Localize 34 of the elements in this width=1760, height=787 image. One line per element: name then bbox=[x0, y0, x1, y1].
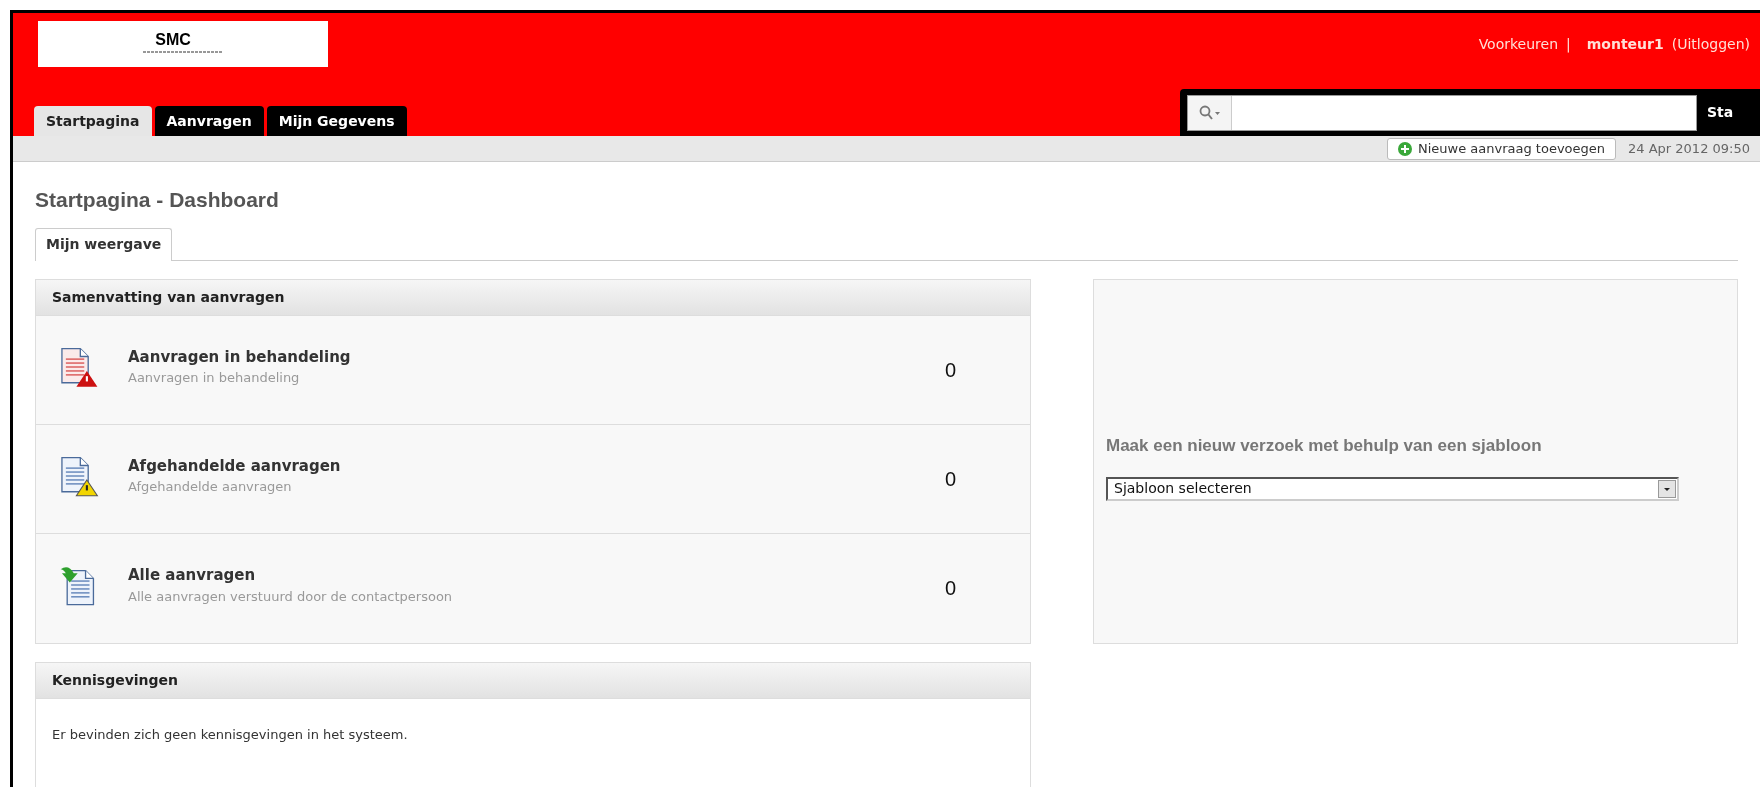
search-icon bbox=[1197, 104, 1222, 121]
template-select[interactable]: Sjabloon selecteren bbox=[1106, 476, 1679, 501]
view-tab[interactable]: Mijn weergave bbox=[35, 227, 173, 261]
summary-row[interactable]: Afgehandelde aanvragen Afgehandelde aanvragen 0 bbox=[36, 424, 1030, 534]
row-title: Aanvragen in behandeling bbox=[128, 346, 352, 368]
separator: | bbox=[1566, 34, 1571, 55]
row-title: Afgehandelde aanvragen bbox=[128, 455, 342, 477]
nav-tab[interactable]: Mijn Gegevens bbox=[266, 106, 407, 136]
notification-message: Er bevinden zich geen kennisgevingen in het systeem. bbox=[51, 725, 409, 744]
nav-tab[interactable]: Aanvragen bbox=[154, 106, 264, 136]
datetime: 24 Apr 2012 09:50 bbox=[1628, 139, 1750, 158]
nav-tab[interactable]: Startpagina bbox=[34, 106, 152, 136]
document-warning-icon bbox=[58, 345, 100, 388]
panel-header: Kennisgevingen bbox=[36, 662, 1030, 699]
row-subtitle: Aanvragen in behandeling bbox=[128, 369, 301, 387]
template-heading: Maak een nieuw verzoek met behulp van een sjabloon bbox=[1106, 435, 1543, 458]
row-count: 0 bbox=[944, 466, 956, 492]
page-title: Startpagina - Dashboard bbox=[35, 187, 280, 213]
summary-row[interactable]: Alle aanvragen Alle aanvragen verstuurd door de contactpersoon 0 bbox=[36, 533, 1030, 643]
row-count: 0 bbox=[944, 576, 956, 601]
add-request-button[interactable]: Nieuwe aanvraag toevoegen bbox=[1386, 137, 1616, 160]
row-subtitle: Alle aanvragen verstuurd door de contactpersoon bbox=[128, 587, 454, 606]
summary-row[interactable]: Aanvragen in behandeling Aanvragen in behandeling 0 bbox=[36, 315, 1030, 425]
row-title: Alle aanvragen bbox=[128, 565, 257, 586]
search-button[interactable]: Sta bbox=[1707, 102, 1734, 123]
row-count: 0 bbox=[944, 357, 956, 383]
logo-text: SMC bbox=[155, 32, 191, 48]
search-field[interactable] bbox=[1187, 94, 1697, 131]
plus-icon bbox=[1397, 141, 1412, 156]
row-subtitle: Afgehandelde aanvragen bbox=[128, 478, 293, 496]
dropdown-caret-icon bbox=[1658, 479, 1676, 498]
document-warning-icon bbox=[58, 454, 100, 497]
panel-header: Samenvatting van aanvragen bbox=[36, 279, 1030, 316]
username: monteur1 bbox=[1586, 34, 1664, 54]
